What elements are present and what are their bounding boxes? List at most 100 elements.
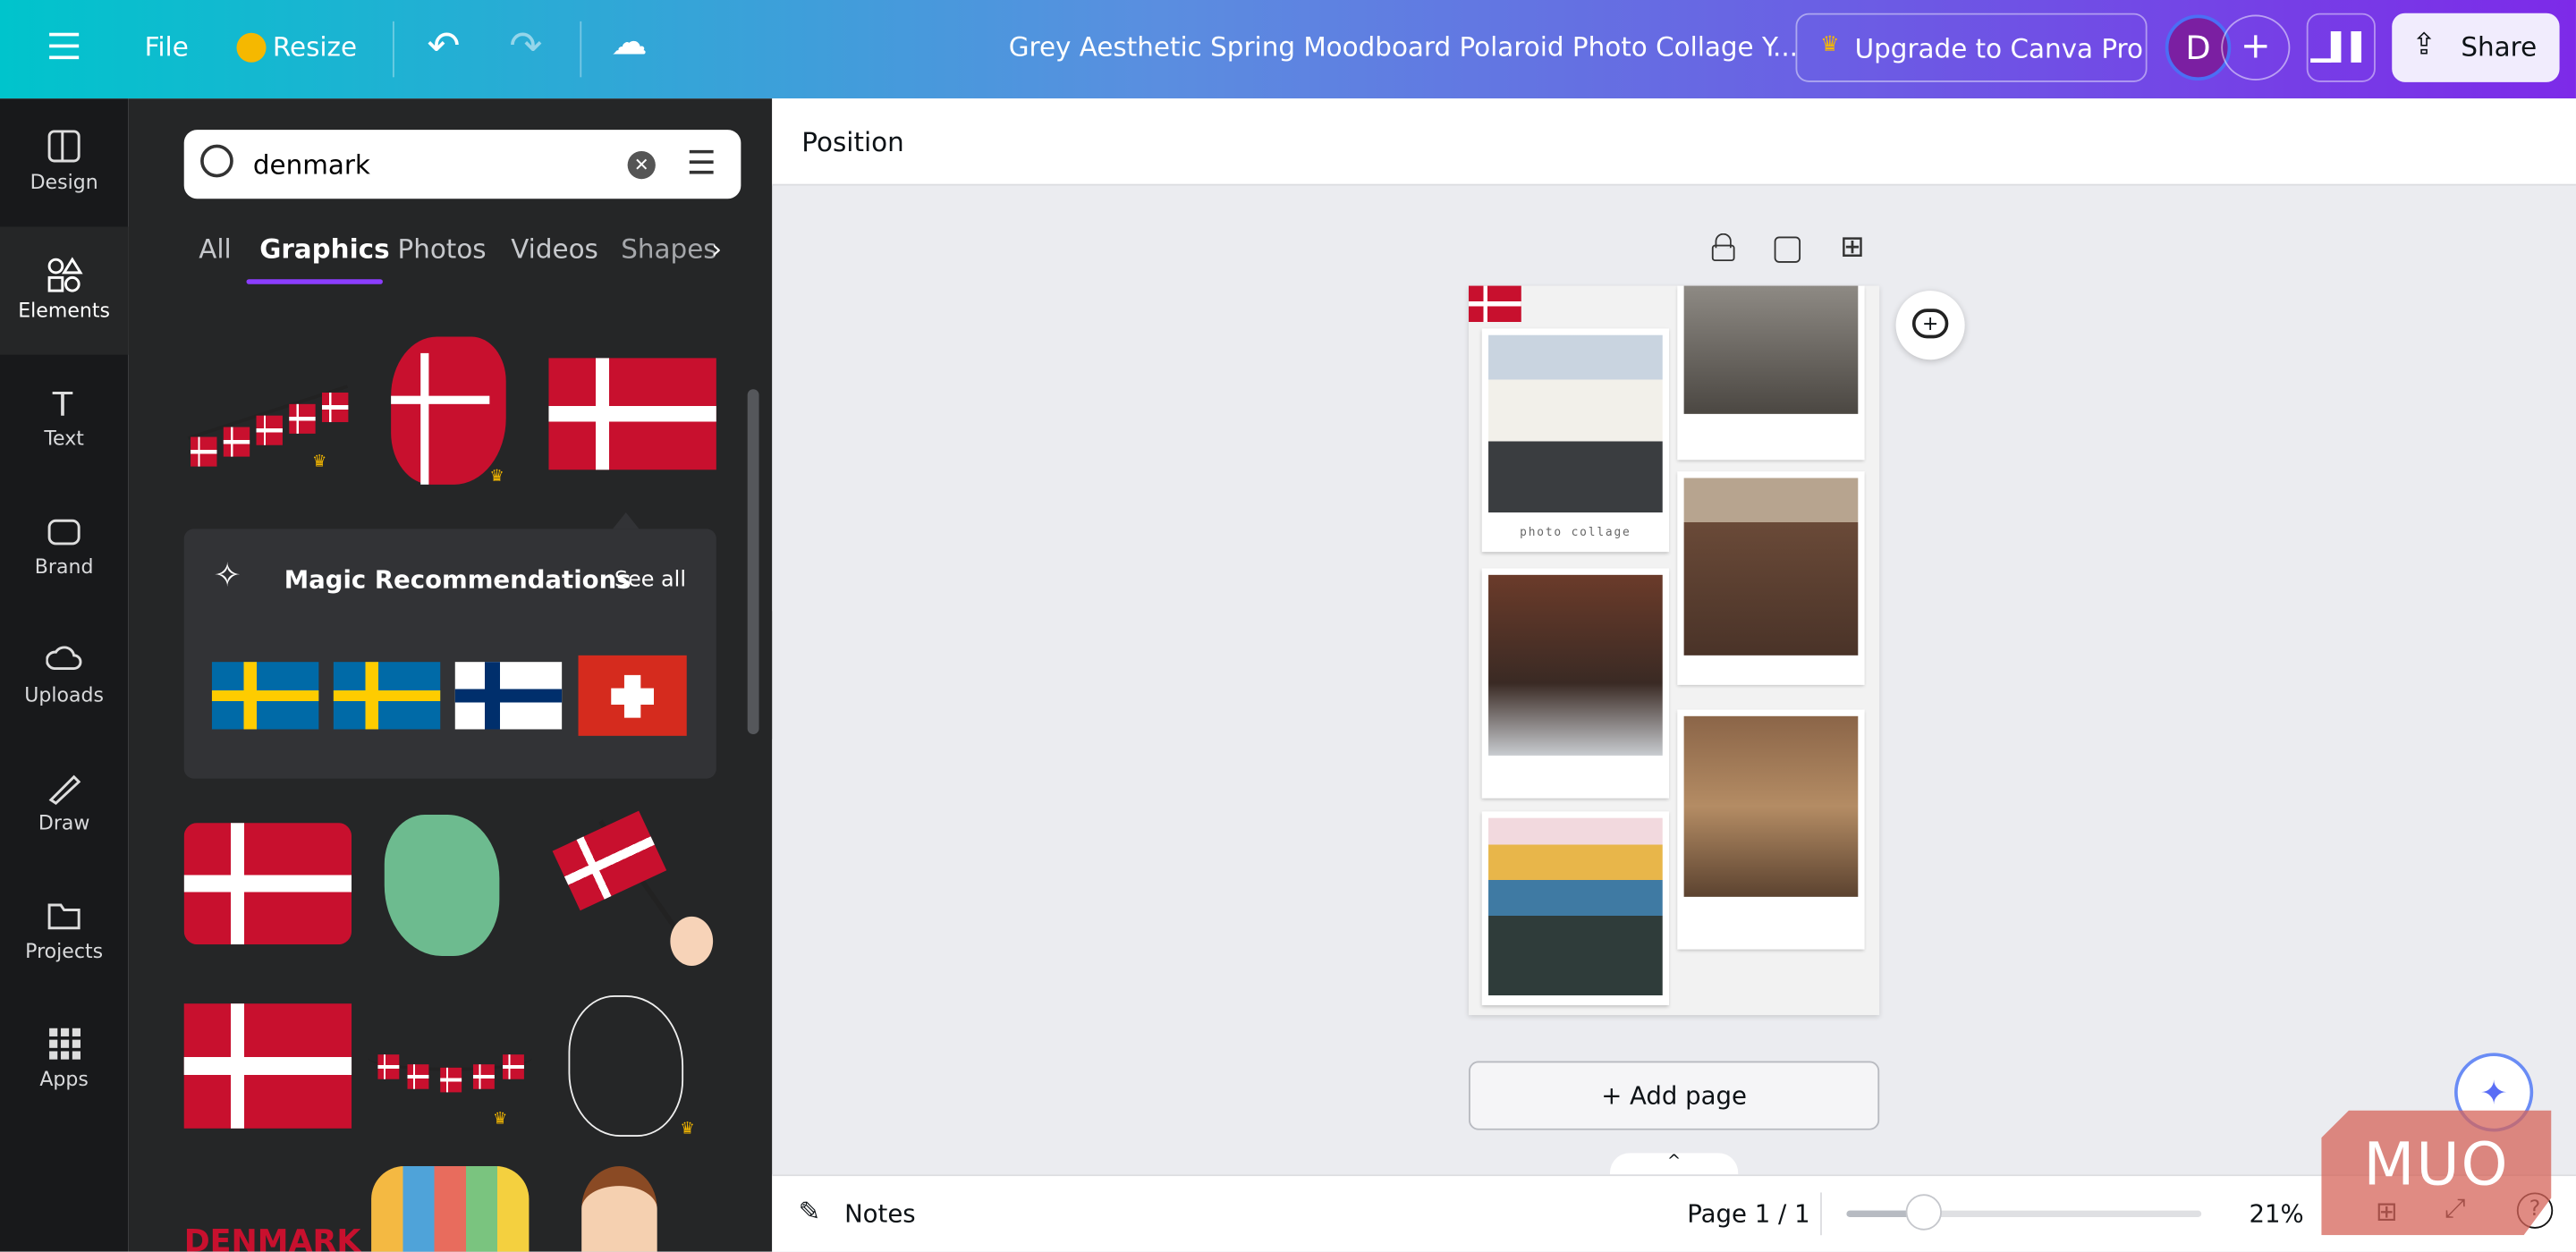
magic-recommendations: ✧ Magic Recommendations See all — [183, 529, 716, 779]
crown-icon: ♛ — [311, 453, 327, 472]
rail-label: Apps — [39, 1067, 89, 1091]
shapes-icon — [47, 257, 83, 292]
rail-label: Uploads — [24, 683, 104, 706]
muo-watermark: MUO — [2321, 1110, 2552, 1236]
city-houses-graphic[interactable] — [371, 1166, 530, 1252]
add-collaborator-button[interactable]: + — [2221, 14, 2291, 80]
upgrade-button[interactable]: ♛ Upgrade to Canva Pro — [1795, 13, 2148, 82]
denmark-map-flag-graphic[interactable]: ♛ — [385, 336, 520, 488]
search-input[interactable] — [252, 144, 614, 184]
tab-videos[interactable]: Videos — [511, 233, 598, 265]
add-page-button[interactable]: + Add page — [1469, 1061, 1880, 1130]
denmark-flag-element[interactable] — [1469, 285, 1521, 322]
rail-label: Projects — [25, 939, 104, 963]
rail-text[interactable]: T Text — [0, 355, 128, 483]
insights-button[interactable]: ▁▌▌ — [2306, 13, 2376, 82]
sweden-flag[interactable] — [333, 662, 441, 730]
filter-icon[interactable]: ☰ — [687, 143, 716, 182]
document-title[interactable]: Grey Aesthetic Spring Moodboard Polaroid… — [1009, 31, 1798, 63]
rail-label: Text — [44, 427, 84, 451]
folder-icon — [47, 903, 80, 930]
design-page[interactable]: photo collage — [1469, 285, 1880, 1016]
popover-arrow — [613, 512, 640, 529]
clear-search-icon[interactable]: ✕ — [627, 150, 656, 180]
resize-button[interactable]: Resize — [273, 31, 357, 63]
rail-apps[interactable]: Apps — [0, 995, 128, 1123]
denmark-map-outline-graphic[interactable]: ♛ — [558, 986, 716, 1146]
crown-icon: ♛ — [493, 1110, 508, 1129]
scrollbar[interactable] — [747, 287, 767, 1239]
crown-icon — [236, 32, 267, 63]
polaroid-photo[interactable] — [1677, 285, 1865, 461]
switzerland-flag[interactable] — [578, 655, 687, 736]
search-icon — [200, 144, 233, 178]
undo-icon[interactable]: ↶ — [428, 23, 461, 69]
text-icon: T — [52, 385, 73, 421]
finland-flag[interactable] — [454, 662, 563, 730]
notes-button[interactable]: Notes — [844, 1199, 916, 1229]
photo-caption: photo collage — [1520, 525, 1631, 539]
denmark-map-green-graphic[interactable] — [377, 805, 522, 962]
notes-icon: ✎ — [798, 1196, 821, 1228]
rail-uploads[interactable]: Uploads — [0, 611, 128, 739]
zoom-slider[interactable] — [1846, 1194, 2202, 1231]
zoom-slider-thumb[interactable] — [1905, 1194, 1942, 1231]
cloud-saved-icon[interactable]: ☁ — [611, 23, 647, 64]
comment-plus-icon: + — [1911, 309, 1949, 339]
hand-waving-flag-graphic[interactable] — [548, 805, 716, 969]
denmark-flag-rounded-graphic[interactable] — [183, 823, 352, 945]
duplicate-page-icon[interactable] — [1774, 236, 1801, 263]
polaroid-photo[interactable] — [1677, 709, 1865, 950]
rail-label: Brand — [34, 554, 94, 579]
bunting-graphic[interactable]: ♛ — [365, 1035, 536, 1133]
rail-label: Elements — [18, 299, 111, 322]
rail-draw[interactable]: Draw — [0, 740, 128, 867]
position-button[interactable]: Position — [801, 126, 903, 157]
rail-elements[interactable]: Elements — [0, 226, 129, 355]
grid-icon — [49, 1028, 80, 1060]
crown-icon: ♛ — [489, 468, 504, 486]
crown-icon: ♛ — [680, 1120, 695, 1138]
bunting-graphic[interactable]: ♛ — [184, 377, 352, 476]
denmark-flag-graphic[interactable] — [548, 358, 716, 470]
bottom-bar: ✎ Notes Page 1 / 1 21% ⊞ ⤢ ? — [772, 1174, 2576, 1252]
divider — [580, 21, 582, 78]
redo-icon[interactable]: ↷ — [509, 23, 542, 69]
pen-icon — [48, 774, 81, 805]
share-button[interactable]: ⇪ Share — [2392, 13, 2560, 82]
rail-projects[interactable]: Projects — [0, 867, 128, 995]
polaroid-photo[interactable] — [1677, 471, 1865, 685]
file-menu[interactable]: File — [145, 31, 189, 63]
tabs-next-icon[interactable]: › — [711, 233, 722, 265]
polaroid-photo[interactable] — [1481, 568, 1670, 799]
elements-panel: ✕ ☰ All Graphics Photos Videos Shapes › … — [128, 98, 773, 1252]
tab-photos[interactable]: Photos — [397, 233, 486, 265]
sweden-flag[interactable] — [211, 662, 319, 730]
magic-title: Magic Recommendations — [284, 564, 631, 595]
layout-icon — [47, 130, 80, 163]
canvas-area: Position ⊞ photo collage + + Add page ✦ … — [772, 98, 2576, 1252]
see-all-link[interactable]: See all — [614, 568, 686, 593]
menu-icon[interactable] — [49, 32, 80, 60]
rail-design[interactable]: Design — [0, 98, 128, 226]
denmark-text-graphic[interactable]: DENMARK — [184, 1223, 361, 1251]
rail-label: Design — [30, 171, 98, 194]
divider — [1820, 1192, 1822, 1236]
side-rail: Design Elements T Text Brand Uploads Draw… — [0, 98, 129, 1252]
character-graphic[interactable] — [581, 1166, 657, 1252]
upload-icon: ⇪ — [2411, 28, 2436, 63]
polaroid-photo[interactable]: photo collage — [1481, 328, 1670, 553]
lock-icon[interactable] — [1711, 233, 1735, 263]
add-comment-button[interactable]: + — [1895, 291, 1965, 360]
zoom-level[interactable]: 21% — [2249, 1199, 2303, 1229]
sparkle-icon: ✧ — [213, 554, 242, 595]
tab-all[interactable]: All — [199, 233, 231, 265]
page-indicator[interactable]: Page 1 / 1 — [1687, 1199, 1809, 1229]
tab-shapes[interactable]: Shapes — [621, 233, 716, 265]
add-page-icon[interactable]: ⊞ — [1840, 230, 1865, 265]
denmark-flag-graphic[interactable] — [183, 1003, 352, 1129]
tab-graphics[interactable]: Graphics — [259, 233, 389, 265]
rail-brand[interactable]: Brand — [0, 483, 128, 611]
brand-icon — [47, 519, 80, 546]
polaroid-photo[interactable] — [1481, 811, 1670, 1006]
